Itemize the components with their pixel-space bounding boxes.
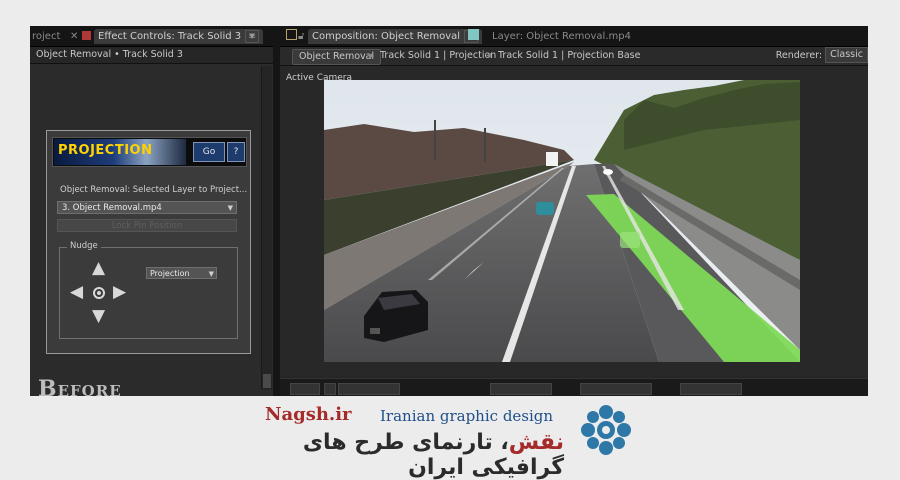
scrollbar-thumb[interactable] bbox=[263, 374, 271, 388]
tab-layer[interactable]: Layer: Object Removal.mp4 bbox=[492, 29, 631, 44]
nudge-left-icon[interactable]: ◀ bbox=[70, 284, 83, 301]
composition-panel: 🔓︎ Composition: Object Removal▼ Layer: O… bbox=[280, 26, 868, 396]
nudge-mode-select[interactable]: Projection ▼ bbox=[146, 267, 217, 279]
persian-tagline: نقش، تارنمای طرح های گرافیکی ایران bbox=[262, 430, 564, 480]
plugin-banner: PROJECTION Go ? bbox=[52, 137, 247, 167]
panel-splitter[interactable] bbox=[273, 26, 280, 396]
view-select[interactable] bbox=[580, 383, 652, 395]
left-tab-bar: roject ✕ Effect Controls: Track Solid 3 ▼… bbox=[30, 26, 273, 47]
projection-plugin-panel: PROJECTION Go ? Object Removal: Selected… bbox=[46, 130, 251, 354]
layer-select[interactable]: 3. Object Removal.mp4 ▼ bbox=[57, 201, 237, 214]
breadcrumb-separator-icon: ◂ bbox=[486, 50, 491, 61]
panel-menu-icon[interactable]: ≡ bbox=[248, 29, 256, 44]
layer-select-value: 3. Object Removal.mp4 bbox=[62, 203, 162, 213]
tab-project[interactable]: roject bbox=[32, 29, 60, 44]
nagsh-logo-icon bbox=[581, 405, 631, 455]
nudge-down-icon[interactable]: ▼ bbox=[92, 308, 105, 325]
lock-pin-button[interactable]: Lock Pin Position bbox=[57, 219, 237, 232]
branding-footer: Nagsh.ir Iranian graphic design نقش، تار… bbox=[0, 396, 900, 480]
projection-logo: PROJECTION bbox=[54, 139, 186, 165]
renderer-control[interactable]: Renderer: Classic bbox=[776, 47, 868, 65]
site-tagline: Iranian graphic design bbox=[380, 407, 554, 425]
go-button[interactable]: Go bbox=[193, 142, 225, 162]
nudge-up-icon[interactable]: ▲ bbox=[92, 260, 105, 277]
composition-viewer[interactable]: Active Camera bbox=[280, 66, 868, 376]
resolution-select[interactable] bbox=[490, 383, 552, 395]
after-effects-window: roject ✕ Effect Controls: Track Solid 3 ▼… bbox=[30, 26, 868, 396]
effect-controls-subheader: Object Removal • Track Solid 3 bbox=[30, 47, 273, 64]
effect-controls-panel: roject ✕ Effect Controls: Track Solid 3 ▼… bbox=[30, 26, 273, 396]
highway-scene-image bbox=[324, 80, 800, 362]
tab-effect-controls-label: Effect Controls: Track Solid 3 bbox=[98, 31, 242, 42]
layer-icon bbox=[468, 29, 482, 44]
nudge-center-icon[interactable] bbox=[93, 287, 105, 299]
renderer-select[interactable]: Classic bbox=[825, 47, 868, 63]
lock-icon[interactable]: 🔓︎ bbox=[298, 29, 304, 44]
left-scrollbar[interactable] bbox=[261, 66, 272, 390]
tab-effect-controls[interactable]: Effect Controls: Track Solid 3 ▼ bbox=[94, 29, 264, 44]
help-button[interactable]: ? bbox=[227, 142, 245, 162]
breadcrumb-item[interactable]: Track Solid 1 | Projection Base bbox=[498, 47, 640, 65]
tab-composition[interactable]: Composition: Object Removal▼ bbox=[308, 29, 483, 44]
snapshot-button[interactable] bbox=[324, 383, 336, 395]
breadcrumb-separator-icon: ◂ bbox=[368, 50, 373, 61]
nudge-label: Nudge bbox=[67, 241, 101, 251]
zoom-control[interactable] bbox=[290, 383, 320, 395]
nudge-right-icon[interactable]: ▶ bbox=[113, 284, 126, 301]
renderer-label: Renderer: bbox=[775, 50, 823, 61]
before-watermark: Before bbox=[38, 376, 122, 396]
timecode-field[interactable] bbox=[338, 383, 400, 395]
breadcrumb: Object Removal ◂ Track Solid 1 | Project… bbox=[280, 47, 868, 66]
viewer-controls-bar bbox=[280, 378, 868, 396]
views-layout-select[interactable] bbox=[680, 383, 742, 395]
right-tab-bar: 🔓︎ Composition: Object Removal▼ Layer: O… bbox=[280, 26, 868, 47]
chevron-down-icon: ▼ bbox=[227, 204, 233, 212]
nudge-group: Nudge ▲ ▼ ◀ ▶ Projection ▼ bbox=[59, 241, 238, 339]
projection-logo-text: PROJECTION bbox=[58, 143, 153, 158]
nudge-mode-value: Projection bbox=[150, 269, 190, 278]
selected-layer-label: Object Removal: Selected Layer to Projec… bbox=[60, 185, 248, 195]
breadcrumb-item[interactable]: Track Solid 1 | Projection bbox=[380, 47, 496, 65]
video-frame bbox=[324, 80, 800, 362]
close-icon[interactable]: ✕ bbox=[70, 29, 78, 44]
chevron-down-icon: ▼ bbox=[208, 270, 214, 278]
tab-composition-label: Composition: Object Removal bbox=[312, 31, 461, 42]
site-name: Nagsh.ir bbox=[265, 404, 352, 425]
persian-tagline-brand: نقش bbox=[508, 430, 564, 455]
